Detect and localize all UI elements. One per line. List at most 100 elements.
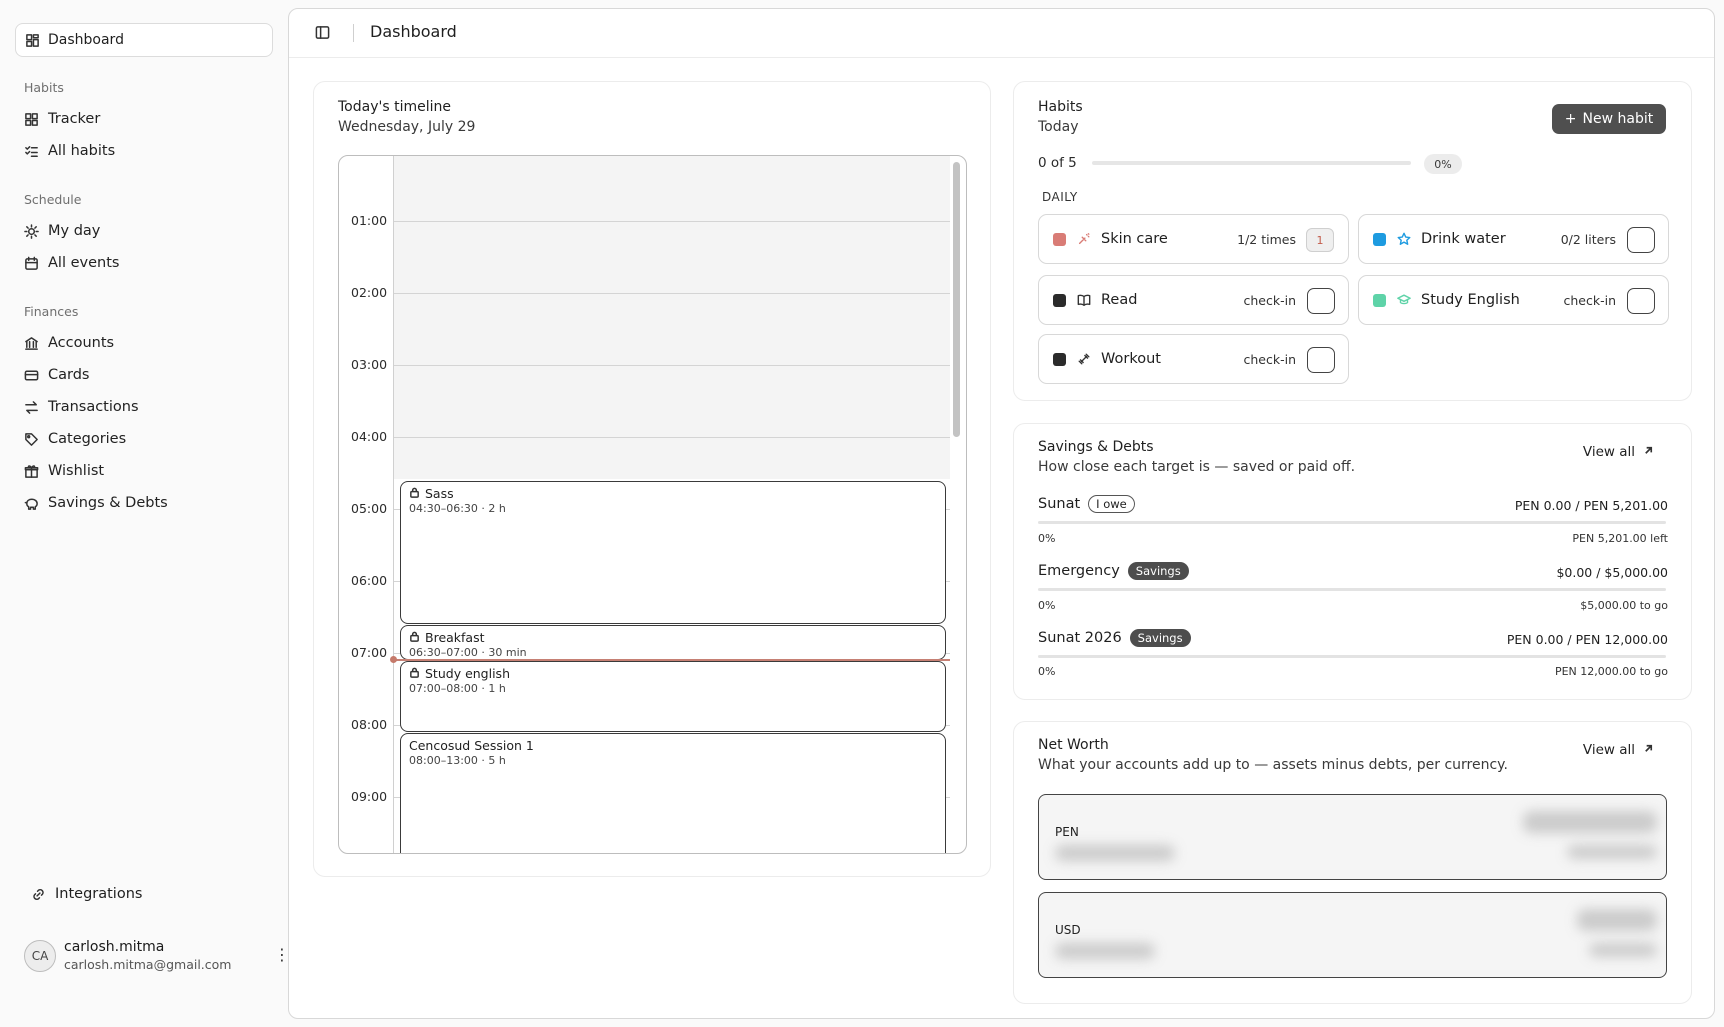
user-name: carlosh.mitma xyxy=(64,939,165,955)
sidebar-item-label: My day xyxy=(48,223,101,239)
habit-drink-water[interactable]: Drink water 0/2 liters xyxy=(1358,214,1669,264)
goal-sunat-2026[interactable]: Sunat 2026 Savings xyxy=(1038,629,1191,647)
sidebar-item-cards[interactable]: Cards xyxy=(24,363,89,387)
net-worth-title: Net Worth xyxy=(1038,737,1109,753)
savings-view-all-link[interactable]: View all xyxy=(1583,444,1654,460)
piggy-bank-icon xyxy=(24,496,39,511)
view-all-label: View all xyxy=(1582,444,1635,460)
lock-icon xyxy=(409,486,420,501)
habit-checkbox[interactable] xyxy=(1627,288,1655,314)
timeline-hour-column: 00:00 01:00 02:00 03:00 04:00 05:00 06:00 07:00… xyxy=(339,156,394,853)
user-email: carlosh.mitma@gmail.com xyxy=(64,957,232,972)
goal-progress-bar xyxy=(1038,521,1666,524)
graduation-cap-icon xyxy=(1396,293,1411,308)
sidebar-item-savings-debts[interactable]: Savings & Debts xyxy=(24,491,168,515)
sidebar-item-label: Savings & Debts xyxy=(48,495,168,511)
habits-progress-percent: 0% xyxy=(1424,154,1462,174)
sidebar-item-categories[interactable]: Categories xyxy=(24,427,126,451)
sidebar-item-label: Cards xyxy=(48,367,90,383)
timeline-hour-gridline xyxy=(394,365,950,366)
sidebar-item-label: Accounts xyxy=(48,335,115,351)
timeline-hour-label: 08:00 xyxy=(351,717,388,732)
timeline-event-study-english[interactable]: Study english 07:00–08:00 · 1 h xyxy=(400,661,946,732)
timeline-scrollbar[interactable] xyxy=(953,162,960,437)
net-worth-currency-usd[interactable]: USD xyxy=(1038,892,1667,978)
timeline-hour-label: 01:00 xyxy=(351,213,388,228)
user-profile[interactable]: CA carlosh.mitma carlosh.mitma@gmail.com… xyxy=(24,939,290,973)
goal-percent: 0% xyxy=(1038,665,1056,678)
sidebar-item-all-habits[interactable]: All habits xyxy=(24,139,115,163)
timeline-frame[interactable]: 00:00 01:00 02:00 03:00 04:00 05:00 06:00 07:00… xyxy=(338,155,967,854)
sidebar-item-tracker[interactable]: Tracker xyxy=(24,107,100,131)
goal-progress-bar xyxy=(1038,655,1666,658)
timeline-hour-label: 03:00 xyxy=(351,357,388,372)
blurred-value xyxy=(1055,943,1155,959)
timeline-hour-label: 09:00 xyxy=(351,789,388,804)
view-all-label: View all xyxy=(1582,742,1635,758)
new-habit-button[interactable]: + New habit xyxy=(1552,104,1666,134)
habit-name: Drink water xyxy=(1421,231,1506,247)
timeline-event-cencosud[interactable]: Cencosud Session 1 08:00–13:00 · 5 h xyxy=(400,733,946,853)
habits-title: Habits xyxy=(1038,99,1083,115)
goal-amount: PEN 0.00 / PEN 5,201.00 xyxy=(1514,498,1668,513)
event-title: Study english xyxy=(425,666,510,681)
timeline-title: Today's timeline xyxy=(338,99,451,115)
habit-read[interactable]: Read check-in xyxy=(1038,275,1349,325)
grid-icon xyxy=(24,112,39,127)
main-panel: Dashboard Today's timeline Wednesday, Ju… xyxy=(288,8,1715,1019)
habit-checkbox[interactable] xyxy=(1307,347,1335,373)
habits-progress-text: 0 of 5 xyxy=(1038,155,1077,171)
credit-card-icon xyxy=(24,368,39,383)
habit-checkbox[interactable] xyxy=(1627,227,1655,253)
goal-emergency[interactable]: Emergency Savings xyxy=(1038,562,1189,580)
savings-subtitle: How close each target is — saved or paid… xyxy=(1038,459,1356,475)
sidebar-item-accounts[interactable]: Accounts xyxy=(24,331,114,355)
sidebar-item-transactions[interactable]: Transactions xyxy=(24,395,139,419)
timeline-hour-label: 04:00 xyxy=(351,429,388,444)
timeline-event-breakfast[interactable]: Breakfast 06:30–07:00 · 30 min xyxy=(400,625,946,660)
list-check-icon xyxy=(24,144,39,159)
spray-icon xyxy=(1076,232,1091,247)
sidebar-item-all-events[interactable]: All events xyxy=(24,251,119,275)
timeline-date: Wednesday, July 29 xyxy=(338,119,476,135)
net-worth-view-all-link[interactable]: View all xyxy=(1583,742,1654,758)
sidebar-item-label: Tracker xyxy=(48,111,101,127)
habit-count-badge[interactable]: 1 xyxy=(1306,228,1334,252)
habit-color-swatch xyxy=(1053,352,1066,366)
sidebar-item-label: Integrations xyxy=(55,886,143,902)
timeline-event-sass[interactable]: Sass 04:30–06:30 · 2 h xyxy=(400,481,946,624)
dashboard-grid-icon xyxy=(25,33,40,48)
arrow-up-right-icon xyxy=(1643,742,1654,758)
goal-badge: I owe xyxy=(1088,495,1135,513)
sidebar-item-dashboard[interactable]: Dashboard xyxy=(15,23,273,57)
sidebar-group-habits: Habits xyxy=(24,80,64,95)
goal-name: Sunat 2026 xyxy=(1038,630,1122,646)
event-time: 04:30–06:30 · 2 h xyxy=(409,502,506,515)
sidebar-item-label: Dashboard xyxy=(48,32,124,48)
current-time-dot xyxy=(390,656,397,663)
event-time: 06:30–07:00 · 30 min xyxy=(409,646,527,659)
habit-study-english[interactable]: Study English check-in xyxy=(1358,275,1669,325)
habit-checkbox[interactable] xyxy=(1307,288,1335,314)
habits-section-daily: DAILY xyxy=(1042,190,1078,204)
sidebar-item-my-day[interactable]: My day xyxy=(24,219,100,243)
tag-icon xyxy=(24,432,39,447)
habit-color-swatch xyxy=(1373,232,1386,246)
net-worth-currency-pen[interactable]: PEN xyxy=(1038,794,1667,880)
sidebar-item-wishlist[interactable]: Wishlist xyxy=(24,459,104,483)
habit-skin-care[interactable]: Skin care 1/2 times 1 xyxy=(1038,214,1349,264)
habit-workout[interactable]: Workout check-in xyxy=(1038,334,1349,384)
event-time: 08:00–13:00 · 5 h xyxy=(409,754,506,767)
avatar: CA xyxy=(24,940,56,972)
sidebar-item-integrations[interactable]: Integrations xyxy=(31,886,142,902)
habit-color-swatch xyxy=(1053,232,1066,246)
net-worth-subtitle: What your accounts add up to — assets mi… xyxy=(1038,757,1508,773)
goal-percent: 0% xyxy=(1038,599,1056,612)
habit-name: Workout xyxy=(1101,351,1161,367)
goal-sunat[interactable]: Sunat I owe xyxy=(1038,495,1135,513)
blurred-value xyxy=(1523,811,1657,833)
savings-debts-card: Savings & Debts How close each target is… xyxy=(1013,423,1692,700)
habits-progress-bar xyxy=(1092,161,1411,165)
arrows-swap-icon xyxy=(24,400,39,415)
sidebar-toggle-icon[interactable] xyxy=(315,25,330,40)
